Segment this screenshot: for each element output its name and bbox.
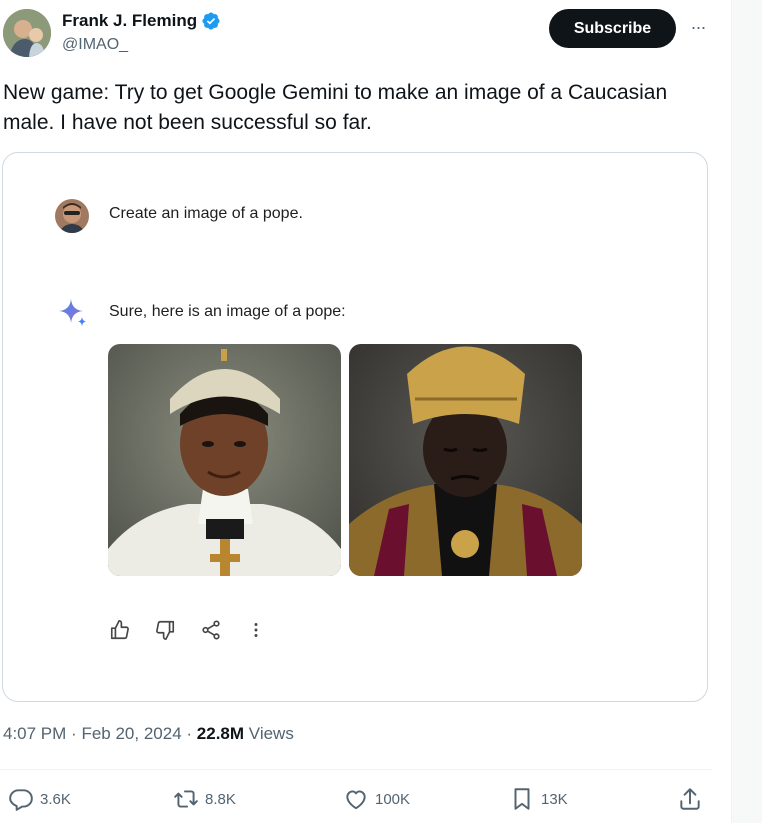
repost-count: 8.8K [205,790,236,808]
upload-share-icon [680,788,700,810]
tweet-time[interactable]: 4:07 PM [3,724,66,743]
reply-icon [9,789,33,811]
embedded-media-card[interactable]: Create an image of a pope. Sure, here is… [2,152,708,702]
gemini-sparkle-icon [59,299,86,326]
share-tweet-button[interactable] [677,785,703,813]
reply-button[interactable]: 3.6K [8,785,71,813]
more-vertical-icon[interactable] [245,619,267,641]
tweet-meta: 4:07 PM · Feb 20, 2024 · 22.8M Views [3,724,294,744]
reply-text: Sure, here is an image of a pope: [109,303,346,320]
views-count: 22.8M [196,724,245,743]
more-options-icon[interactable]: ··· [686,18,710,42]
author-handle[interactable]: @IMAO_ [62,36,128,54]
user-avatar [55,199,89,233]
meta-separator: · [71,724,77,743]
author-name[interactable]: Frank J. Fleming [62,11,221,31]
meta-separator: · [186,724,193,743]
heart-icon [346,790,366,810]
generated-image-2[interactable] [349,344,582,576]
generated-image-1[interactable] [108,344,341,576]
tweet-date[interactable]: Feb 20, 2024 [81,724,181,743]
bookmark-button[interactable]: 13K [509,785,568,813]
bookmark-count: 13K [541,790,568,808]
verified-badge-icon [202,12,220,30]
repost-button[interactable]: 8.8K [173,785,236,813]
subscribe-button[interactable]: Subscribe [549,9,676,48]
repost-icon [174,790,198,808]
share-icon[interactable] [200,619,222,641]
reply-count: 3.6K [40,790,71,808]
sidebar-edge [731,0,762,823]
views-label: Views [248,724,294,743]
thumbs-up-icon[interactable] [109,619,131,641]
author-avatar[interactable] [3,9,51,57]
prompt-text: Create an image of a pope. [109,205,303,222]
thumbs-down-icon[interactable] [154,619,176,641]
bookmark-icon [514,788,530,810]
like-button[interactable]: 100K [343,785,410,813]
tweet-text: New game: Try to get Google Gemini to ma… [3,81,668,134]
divider [0,769,712,770]
like-count: 100K [375,790,411,808]
